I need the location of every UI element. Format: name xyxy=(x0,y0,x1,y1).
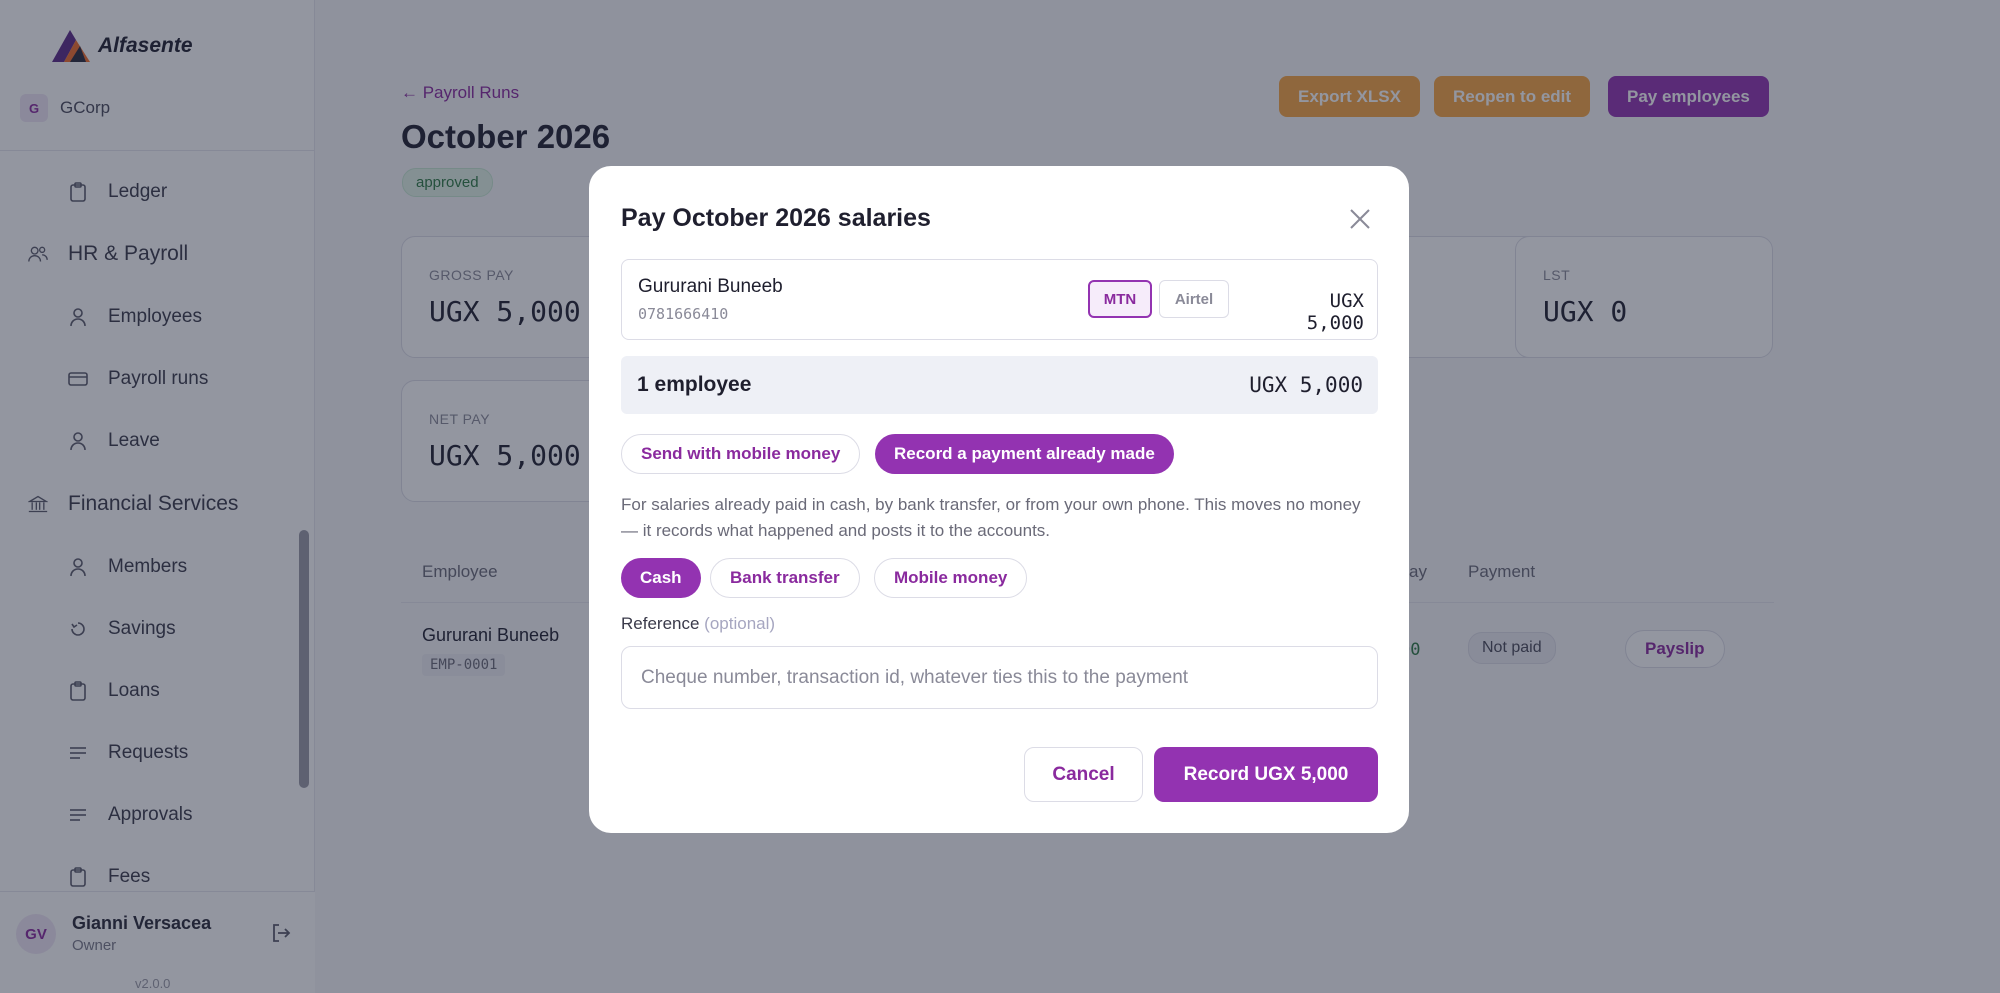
network-airtel-chip[interactable]: Airtel xyxy=(1159,280,1229,318)
method-bank-transfer-button[interactable]: Bank transfer xyxy=(710,558,860,598)
payment-total-bar: 1 employee UGX 5,000 xyxy=(621,356,1378,414)
employee-payment-card: Gururani Buneeb 0781666410 MTN Airtel UG… xyxy=(621,259,1378,340)
close-icon[interactable] xyxy=(1347,206,1373,232)
total-employee-count: 1 employee xyxy=(637,373,752,396)
reference-label: Reference (optional) xyxy=(621,614,775,634)
reference-optional-text: (optional) xyxy=(704,614,776,633)
method-mobile-money-button[interactable]: Mobile money xyxy=(874,558,1028,598)
record-payment-button[interactable]: Record UGX 5,000 xyxy=(1154,747,1378,802)
record-payment-already-made-button[interactable]: Record a payment already made xyxy=(875,434,1174,474)
reference-input[interactable] xyxy=(621,646,1378,709)
reference-label-text: Reference xyxy=(621,614,700,633)
record-payment-hint: For salaries already paid in cash, by ba… xyxy=(621,495,1361,540)
employee-amount: UGX 5,000 xyxy=(1306,290,1364,334)
network-mtn-chip[interactable]: MTN xyxy=(1088,280,1152,318)
cancel-button[interactable]: Cancel xyxy=(1024,747,1143,802)
total-amount: UGX 5,000 xyxy=(1249,373,1363,397)
pay-salaries-dialog: Pay October 2026 salaries Gururani Bunee… xyxy=(589,166,1409,833)
method-cash-button[interactable]: Cash xyxy=(621,558,701,598)
employee-name: Gururani Buneeb xyxy=(638,276,783,297)
dialog-title: Pay October 2026 salaries xyxy=(621,204,931,232)
send-with-mobile-money-button[interactable]: Send with mobile money xyxy=(621,434,861,474)
employee-phone: 0781666410 xyxy=(638,305,729,323)
